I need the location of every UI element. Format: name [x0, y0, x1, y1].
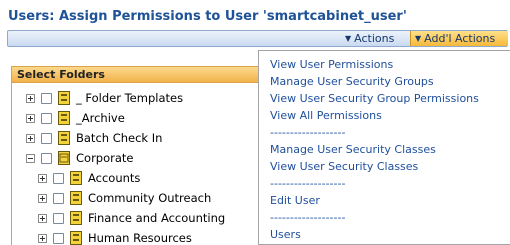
- tree-item-community-outreach[interactable]: Community Outreach: [38, 189, 211, 207]
- cabinet-folder-icon: [70, 171, 82, 185]
- menu-item-manage-user-security-classes[interactable]: Manage User Security Classes: [270, 142, 436, 157]
- actions-label: Actions: [354, 32, 395, 45]
- menu-item-edit-user[interactable]: Edit User: [270, 193, 320, 208]
- tree-item-label: Batch Check In: [76, 131, 163, 145]
- tree-item-label: _Archive: [76, 111, 125, 125]
- menu-item-view-user-permissions[interactable]: View User Permissions: [270, 57, 393, 72]
- expand-icon[interactable]: [38, 213, 47, 223]
- cabinet-folder-icon: [70, 231, 82, 245]
- page-title: Users: Assign Permissions to User 'smart…: [8, 9, 407, 24]
- action-bar: ▼ Actions ▼ Add'l Actions: [7, 30, 508, 47]
- menu-item-view-user-security-group-permissions[interactable]: View User Security Group Permissions: [270, 91, 479, 106]
- tree-item-archive[interactable]: _Archive: [26, 109, 125, 127]
- collapse-icon[interactable]: [26, 153, 35, 163]
- tree-item-label: Community Outreach: [88, 191, 212, 205]
- expand-icon[interactable]: [26, 133, 35, 143]
- folder-checkbox[interactable]: [41, 112, 52, 124]
- cabinet-folder-icon: [58, 111, 70, 125]
- tree-item-label: Accounts: [88, 171, 141, 185]
- addl-actions-button[interactable]: ▼ Add'l Actions: [410, 31, 508, 46]
- addl-actions-label: Add'l Actions: [424, 32, 496, 45]
- folder-checkbox[interactable]: [53, 232, 64, 244]
- folder-checkbox[interactable]: [41, 152, 52, 164]
- tree-item-corporate[interactable]: Corporate: [26, 149, 134, 167]
- tree-item-folder-templates[interactable]: _ Folder Templates: [26, 89, 183, 107]
- tree-item-accounts[interactable]: Accounts: [38, 169, 140, 187]
- cabinet-folder-icon: [70, 211, 82, 225]
- tree-item-label: _ Folder Templates: [76, 91, 184, 105]
- folder-checkbox[interactable]: [41, 132, 52, 144]
- caret-down-icon: ▼: [345, 34, 352, 43]
- menu-separator: -------------------: [270, 211, 346, 224]
- caret-down-icon: ▼: [415, 34, 422, 43]
- tree-item-label: Human Resources: [88, 231, 192, 245]
- tree-item-label: Corporate: [76, 151, 134, 165]
- tree-item-label: Finance and Accounting: [88, 211, 226, 225]
- cabinet-folder-open-icon: [58, 151, 70, 165]
- expand-icon[interactable]: [26, 113, 35, 123]
- expand-icon[interactable]: [38, 233, 47, 243]
- addl-actions-dropdown-menu: View User Permissions Manage User Securi…: [258, 50, 510, 245]
- menu-item-users[interactable]: Users: [270, 227, 301, 242]
- cabinet-folder-icon: [70, 191, 82, 205]
- tree-item-batch-check-in[interactable]: Batch Check In: [26, 129, 162, 147]
- folder-checkbox[interactable]: [53, 172, 64, 184]
- actions-button[interactable]: ▼ Actions: [345, 31, 394, 46]
- folder-checkbox[interactable]: [53, 212, 64, 224]
- cabinet-folder-icon: [58, 91, 70, 105]
- folder-checkbox[interactable]: [53, 192, 64, 204]
- expand-icon[interactable]: [38, 173, 47, 183]
- menu-item-view-all-permissions[interactable]: View All Permissions: [270, 108, 382, 123]
- folder-tree-panel: Select Folders _ Folder Templates _Archi…: [11, 66, 260, 245]
- expand-icon[interactable]: [26, 93, 35, 103]
- folder-panel-header: Select Folders: [12, 66, 260, 83]
- tree-item-finance-and-accounting[interactable]: Finance and Accounting: [38, 209, 225, 227]
- menu-separator: -------------------: [270, 177, 346, 190]
- menu-item-view-user-security-classes[interactable]: View User Security Classes: [270, 159, 418, 174]
- menu-separator: -------------------: [270, 126, 346, 139]
- expand-icon[interactable]: [38, 193, 47, 203]
- tree-item-human-resources[interactable]: Human Resources: [38, 229, 192, 245]
- menu-item-manage-user-security-groups[interactable]: Manage User Security Groups: [270, 74, 434, 89]
- page-root: Users: Assign Permissions to User 'smart…: [0, 0, 510, 245]
- folder-checkbox[interactable]: [41, 92, 52, 104]
- cabinet-folder-icon: [58, 131, 70, 145]
